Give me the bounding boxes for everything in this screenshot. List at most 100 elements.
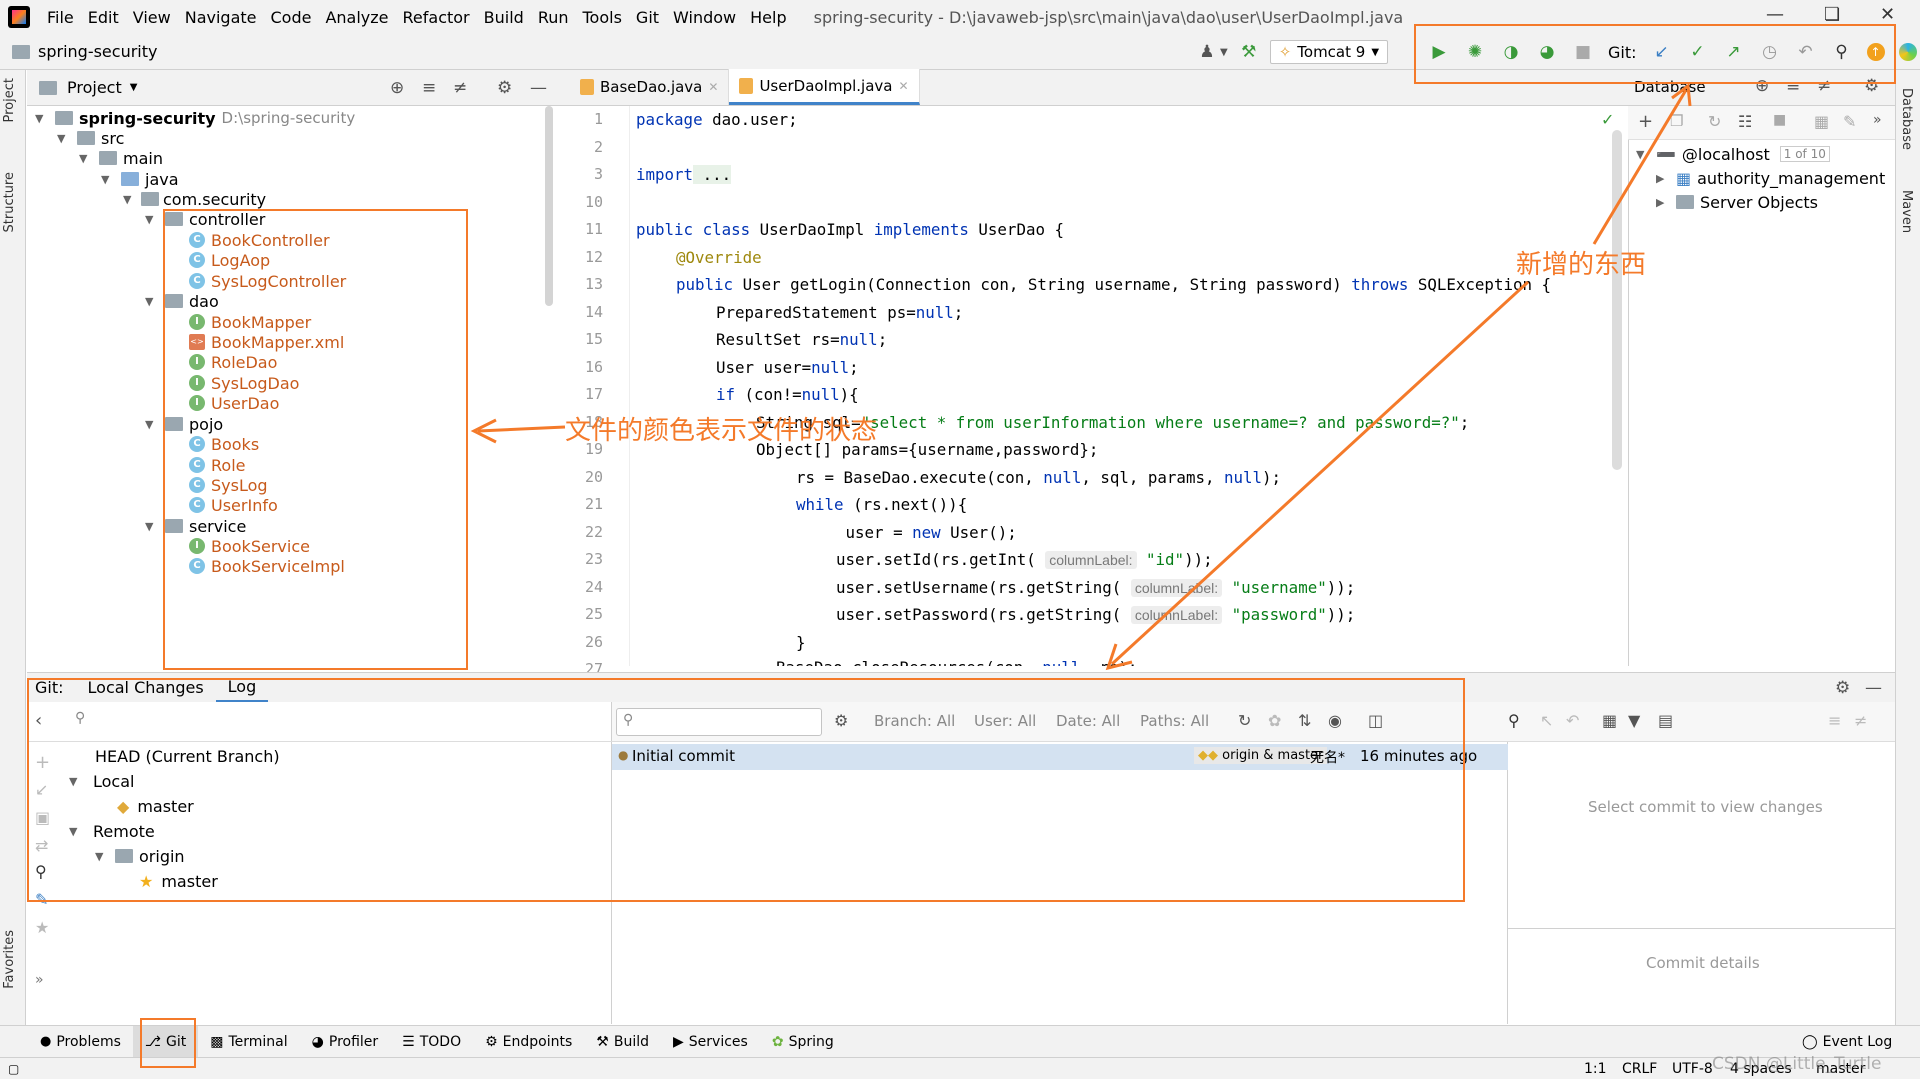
tool-window-git[interactable]: ⎇ Git <box>132 1025 199 1058</box>
run-configuration-select[interactable]: ✧ Tomcat 9 ▼ <box>1269 40 1389 64</box>
maven-tool-tab[interactable]: Maven <box>1899 190 1914 233</box>
locate-icon[interactable]: ⊕ <box>390 78 404 98</box>
expand-arrow-icon[interactable]: ▼ <box>145 520 159 533</box>
group-by-icon[interactable]: ▦ <box>1602 711 1617 730</box>
breadcrumb-project[interactable]: spring-security <box>38 42 157 61</box>
git-history-icon[interactable]: ◷ <box>1759 41 1781 63</box>
log-search-input[interactable]: ⚲ <box>616 708 822 736</box>
close-window-icon[interactable]: ✕ <box>1880 4 1895 25</box>
build-hammer-icon[interactable]: ⚒ <box>1238 41 1260 63</box>
db-server-objects[interactable]: ▶ Server Objects <box>1656 190 1818 214</box>
tool-window-todo[interactable]: ☰ TODO <box>390 1026 473 1058</box>
expand-all-icon[interactable]: ≡ <box>1828 711 1841 730</box>
schema-icon[interactable]: ☷ <box>1738 112 1752 131</box>
filter-paths[interactable]: Paths: All <box>1140 712 1209 730</box>
branch-local-master[interactable]: ◆ master <box>117 794 194 818</box>
db-schema[interactable]: ▶ ▦ authority_management <box>1656 166 1885 190</box>
menu-refactor[interactable]: Refactor <box>396 8 477 27</box>
chevron-down-icon[interactable]: ▼ <box>1220 47 1228 58</box>
revert-icon[interactable]: ↶ <box>1566 711 1579 730</box>
code-editor[interactable]: package dao.user; import ... public clas… <box>636 106 1611 666</box>
stop-icon[interactable]: ■ <box>1773 112 1786 128</box>
file-encoding[interactable]: UTF-8 <box>1672 1061 1713 1077</box>
close-tab-icon[interactable]: ✕ <box>898 79 908 93</box>
tool-window-services[interactable]: ▶ Services <box>661 1026 760 1058</box>
expand-arrow-icon[interactable]: ▼ <box>1636 148 1650 161</box>
search-everywhere-icon[interactable]: ⚲ <box>1831 41 1853 63</box>
tool-window-endpoints[interactable]: ⚙ Endpoints <box>473 1026 584 1058</box>
compare-icon[interactable]: ⇄ <box>35 836 48 855</box>
expand-arrow-icon[interactable]: ▼ <box>123 193 137 206</box>
project-view-selector[interactable]: Project <box>67 78 122 97</box>
expand-arrow-icon[interactable]: ▼ <box>145 418 159 431</box>
expand-arrow-icon[interactable]: ▼ <box>35 112 49 125</box>
layout-toggle-icon[interactable]: ▢ <box>8 1062 19 1076</box>
table-icon[interactable]: ▦ <box>1814 112 1829 131</box>
tool-window-build[interactable]: ⚒ Build <box>584 1026 661 1058</box>
new-branch-icon[interactable]: + <box>35 752 50 773</box>
expand-arrow-icon[interactable]: ▶ <box>1656 196 1670 209</box>
user-icon[interactable]: ♟ <box>1196 41 1218 63</box>
expand-all-icon[interactable]: ≡ <box>1786 76 1800 96</box>
copy-icon[interactable]: ❐ <box>1670 112 1683 130</box>
menu-tools[interactable]: Tools <box>576 8 629 27</box>
expand-arrow-icon[interactable]: ▼ <box>79 152 93 165</box>
expand-arrow-icon[interactable]: ▼ <box>145 295 159 308</box>
git-push-icon[interactable]: ↗ <box>1723 41 1745 63</box>
git-commit-icon[interactable]: ✓ <box>1687 41 1709 63</box>
branch-group-remote[interactable]: ▼ Remote <box>69 819 155 843</box>
filter-date[interactable]: Date: All <box>1056 712 1120 730</box>
chevron-down-icon[interactable]: ▼ <box>130 82 138 93</box>
coverage-icon[interactable]: ◑ <box>1500 41 1522 63</box>
minimize-icon[interactable]: — <box>1766 4 1784 25</box>
tool-window-problems[interactable]: ● Problems <box>28 1026 133 1058</box>
menu-file[interactable]: File <box>40 8 81 27</box>
stop-icon[interactable]: ■ <box>1572 41 1594 63</box>
expand-all-icon[interactable]: ≡ <box>422 78 436 98</box>
add-icon[interactable]: + <box>1638 111 1653 132</box>
menu-build[interactable]: Build <box>477 8 531 27</box>
tab-log[interactable]: Log <box>215 673 269 703</box>
tab-basedao[interactable]: BaseDao.java ✕ <box>570 69 730 105</box>
expand-arrow-icon[interactable]: ▼ <box>101 173 115 186</box>
search-icon[interactable]: ⚲ <box>1508 711 1520 730</box>
refresh-icon[interactable]: ↻ <box>1708 112 1721 131</box>
cherry-pick-icon[interactable]: ✿ <box>1268 711 1281 730</box>
gear-icon[interactable]: ⚙ <box>1835 678 1850 698</box>
project-tool-tab[interactable]: Project <box>2 78 17 122</box>
commit-row[interactable]: ● Initial commit ◆◆ origin & master 无名* … <box>612 744 1508 770</box>
menu-view[interactable]: View <box>126 8 178 27</box>
branch-group-local[interactable]: ▼ Local <box>69 769 134 793</box>
menu-navigate[interactable]: Navigate <box>178 8 264 27</box>
sort-icon[interactable]: ⇅ <box>1298 711 1311 730</box>
database-tool-tab[interactable]: Database <box>1899 88 1914 150</box>
inspection-ok-icon[interactable]: ✓ <box>1601 110 1614 129</box>
jetbrains-toolbox-icon[interactable] <box>1898 43 1917 61</box>
branch-origin-master[interactable]: ★ master <box>139 869 218 893</box>
refresh-icon[interactable]: ↻ <box>1238 711 1251 730</box>
menu-help[interactable]: Help <box>743 8 793 27</box>
search-icon[interactable]: ⚲ <box>35 862 47 881</box>
project-scrollbar[interactable] <box>545 106 553 306</box>
hide-panel-icon[interactable]: — <box>1865 678 1882 698</box>
run-icon[interactable]: ▶ <box>1428 41 1450 63</box>
tool-window-spring[interactable]: ✿ Spring <box>760 1026 846 1058</box>
restore-icon[interactable]: ❏ <box>1824 4 1840 25</box>
collapse-all-icon[interactable]: ≠ <box>1817 76 1831 96</box>
close-tab-icon[interactable]: ✕ <box>708 80 718 94</box>
update-available-icon[interactable]: ↑ <box>1866 43 1885 61</box>
back-icon[interactable]: ‹ <box>35 710 42 731</box>
menu-window[interactable]: Window <box>666 8 743 27</box>
tool-window-profiler[interactable]: ◕ Profiler <box>300 1026 391 1058</box>
expand-arrow-icon[interactable]: ▼ <box>57 132 71 145</box>
layout-icon[interactable]: ▤ <box>1658 711 1673 730</box>
tree-file[interactable]: C BookServiceImpl <box>189 554 345 578</box>
hide-panel-icon[interactable]: — <box>530 78 547 98</box>
gear-icon[interactable]: ⚙ <box>1864 76 1879 96</box>
git-update-icon[interactable]: ↙ <box>1651 41 1673 63</box>
menu-code[interactable]: Code <box>264 8 319 27</box>
collapse-all-icon[interactable]: ≠ <box>1854 711 1867 730</box>
filter-icon[interactable]: ▼ <box>1628 711 1640 730</box>
branch-remote-origin[interactable]: ▼ origin <box>95 844 185 868</box>
expand-arrow-icon[interactable]: ▼ <box>69 775 83 788</box>
